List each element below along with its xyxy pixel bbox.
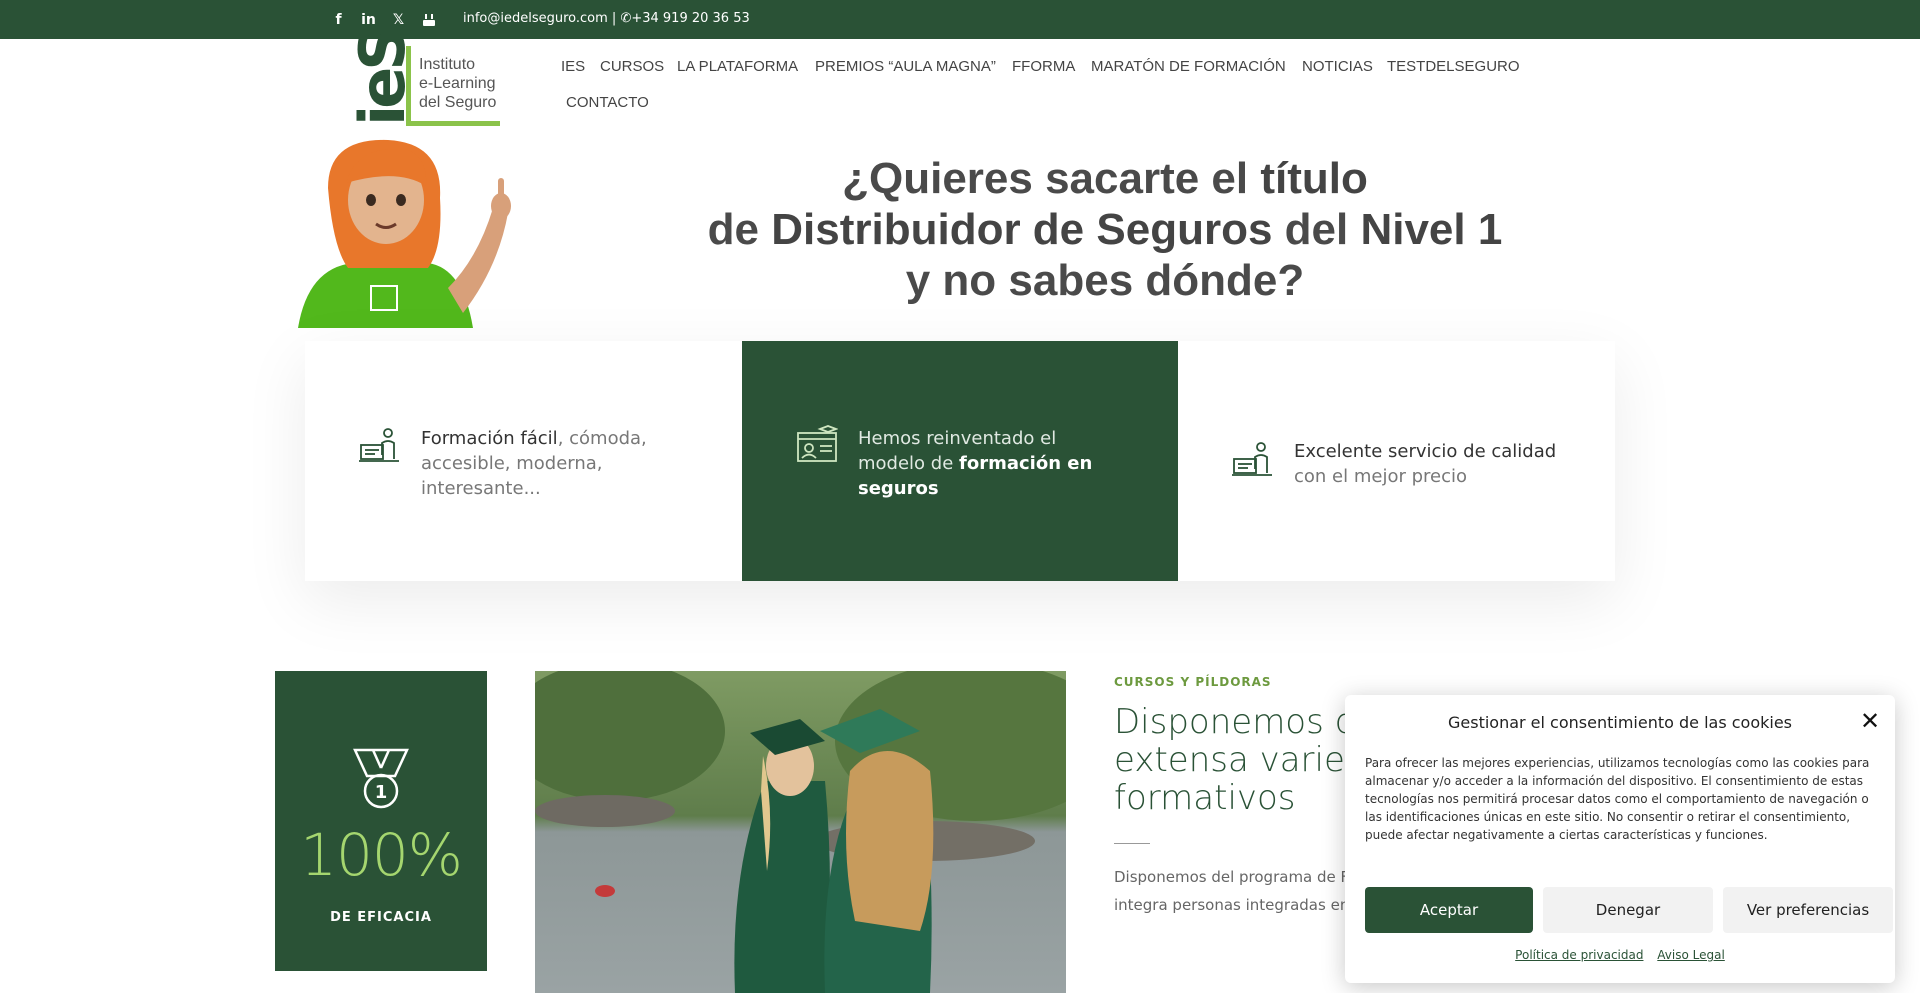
- desk-study-icon: [359, 428, 399, 462]
- feature-strong: Excelente servicio de calidad: [1294, 441, 1557, 462]
- efficacy-stat: 1 100% DE EFICACIA: [275, 671, 487, 971]
- nav-item-premios[interactable]: PREMIOS “AULA MAGNA”: [815, 58, 996, 75]
- linkedin-icon[interactable]: in: [360, 11, 377, 28]
- hero-line-1: ¿Quieres sacarte el título: [640, 153, 1570, 204]
- nav-item-maraton[interactable]: MARATÓN DE FORMACIÓN: [1091, 58, 1286, 75]
- deny-button[interactable]: Denegar: [1543, 887, 1713, 933]
- youtube-icon[interactable]: [420, 11, 437, 28]
- feature-text: Hemos reinventado el modelo de formación…: [858, 426, 1128, 501]
- hero-strong: Distribuidor de Seguros: [771, 205, 1273, 254]
- mascot-illustration: [278, 138, 548, 328]
- stat-label: DE EFICACIA: [330, 910, 432, 925]
- x-icon[interactable]: 𝕏: [390, 11, 407, 28]
- feature-card: Excelente servicio de calidad con el mej…: [1178, 341, 1615, 581]
- cookie-title: Gestionar el consentimiento de las cooki…: [1447, 713, 1793, 732]
- nav-item-noticias[interactable]: NOTICIAS: [1302, 58, 1373, 75]
- medal-number: 1: [375, 782, 388, 803]
- feature-card-highlight: Hemos reinventado el modelo de formación…: [742, 341, 1178, 581]
- medal-icon: 1: [353, 748, 409, 809]
- privacy-policy-link[interactable]: Política de privacidad: [1515, 948, 1643, 962]
- logo-line-1: Instituto: [419, 56, 476, 73]
- logo-text: Instituto e-Learning del Seguro: [419, 55, 496, 112]
- feature-text: Excelente servicio de calidad con el mej…: [1294, 439, 1584, 489]
- legal-notice-link[interactable]: Aviso Legal: [1657, 948, 1725, 962]
- preferences-button[interactable]: Ver preferencias: [1723, 887, 1893, 933]
- cookie-body: Para ofrecer las mejores experiencias, u…: [1365, 756, 1870, 842]
- hero-line-2: de Distribuidor de Seguros del Nivel 1: [640, 204, 1570, 255]
- social-links: f in 𝕏: [330, 11, 437, 28]
- feature-text: Formación fácil, cómoda, accesible, mode…: [421, 426, 691, 501]
- graduates-photo: [535, 671, 1066, 993]
- desk-study-icon: [1232, 442, 1272, 476]
- hero-text: del: [1272, 205, 1361, 254]
- cookie-links: Política de privacidad Aviso Legal: [1345, 948, 1895, 962]
- cookie-consent-dialog: Gestionar el consentimiento de las cooki…: [1345, 695, 1895, 983]
- hero-text: de: [707, 205, 772, 254]
- nav-item-testdelseguro[interactable]: TESTDELSEGURO: [1387, 58, 1520, 75]
- site-logo[interactable]: ieS Instituto e-Learning del Seguro: [346, 30, 502, 126]
- nav-item-fforma[interactable]: FFORMA: [1012, 58, 1075, 75]
- logo-line-2: e-Learning: [419, 75, 496, 92]
- hero-strong: título: [1260, 154, 1368, 203]
- section-divider: [1114, 843, 1150, 844]
- nav-item-plataforma[interactable]: LA PLATAFORMA: [677, 58, 798, 75]
- nav-item-ies[interactable]: IES: [561, 58, 585, 75]
- logo-bar-bottom: [406, 121, 500, 126]
- logo-line-3: del Seguro: [419, 94, 497, 111]
- nav-item-contacto[interactable]: CONTACTO: [566, 94, 649, 111]
- hero-title: ¿Quieres sacarte el título de Distribuid…: [640, 153, 1570, 306]
- accept-button[interactable]: Aceptar: [1365, 887, 1533, 933]
- top-bar: f in 𝕏 info@iedelseguro.com | ✆+34 919 2…: [0, 0, 1920, 39]
- feature-card: Formación fácil, cómoda, accesible, mode…: [305, 341, 742, 581]
- features-strip: Formación fácil, cómoda, accesible, mode…: [305, 341, 1615, 581]
- feature-strong: Formación fácil: [421, 428, 558, 449]
- hero-line-3: y no sabes dónde?: [905, 256, 1305, 305]
- section-kicker: CURSOS Y PÍLDORAS: [1114, 675, 1272, 689]
- online-class-icon: [797, 425, 838, 462]
- feature-rest: con el mejor precio: [1294, 466, 1467, 487]
- facebook-icon[interactable]: f: [330, 11, 347, 28]
- logo-bar: [406, 46, 411, 126]
- nav-item-cursos[interactable]: CURSOS: [600, 58, 664, 75]
- hero-strong: Nivel 1: [1360, 205, 1503, 254]
- stat-value: 100%: [300, 821, 463, 889]
- contact-info[interactable]: info@iedelseguro.com | ✆+34 919 20 36 53: [463, 11, 750, 26]
- hero-text: ¿Quieres sacarte el: [842, 154, 1261, 203]
- close-icon[interactable]: ✕: [1858, 709, 1882, 733]
